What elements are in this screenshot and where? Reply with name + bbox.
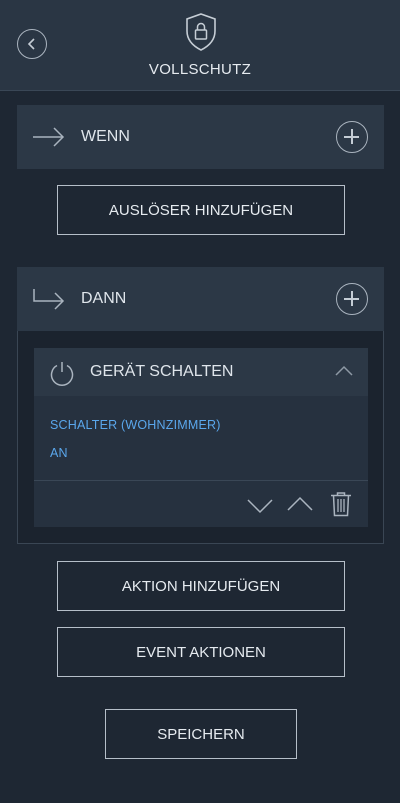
action-card: GERÄT SCHALTEN SCHALTER (WOHNZIMMER) AN [34,348,368,527]
header: VOLLSCHUTZ [0,0,400,91]
action-card-header[interactable]: GERÄT SCHALTEN [34,348,368,396]
action-title: GERÄT SCHALTEN [90,363,234,380]
trash-icon[interactable] [330,491,352,517]
then-label: DANN [81,290,127,307]
action-state: AN [50,446,68,460]
arrow-right-icon [33,127,65,147]
move-up-icon[interactable] [286,494,314,512]
power-icon [50,362,74,386]
card-divider [34,480,368,481]
page-title: VOLLSCHUTZ [148,61,252,78]
when-label: WENN [81,128,130,145]
add-when-button[interactable] [336,121,368,153]
chevron-up-icon[interactable] [334,364,354,378]
then-section-bar: DANN [17,267,384,331]
action-device: SCHALTER (WOHNZIMMER) [50,418,221,432]
add-then-button[interactable] [336,283,368,315]
back-button[interactable] [17,29,47,59]
event-actions-button[interactable]: EVENT AKTIONEN [57,627,345,677]
move-down-icon[interactable] [246,496,274,514]
when-section-bar: WENN [17,105,384,169]
add-trigger-button[interactable]: AUSLÖSER HINZUFÜGEN [57,185,345,235]
chevron-left-icon [27,38,35,50]
add-action-button[interactable]: AKTION HINZUFÜGEN [57,561,345,611]
shield-lock-icon [186,13,216,51]
save-button[interactable]: SPEICHERN [105,709,297,759]
arrow-turn-right-icon [33,289,65,310]
